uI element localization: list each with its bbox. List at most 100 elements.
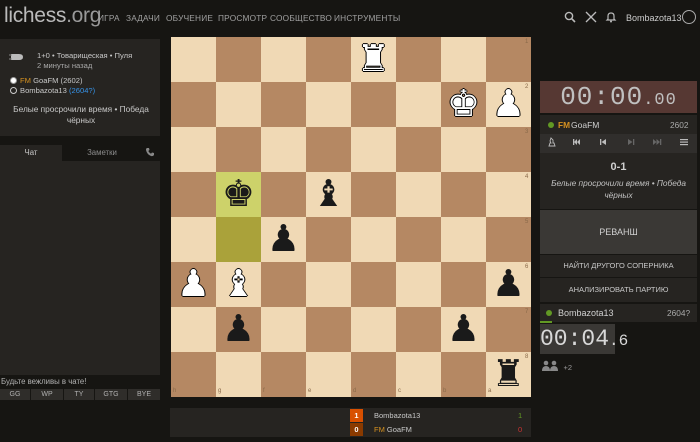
board-square[interactable] — [396, 82, 441, 127]
board-square[interactable] — [396, 307, 441, 352]
preset-bye-button[interactable]: BYE — [128, 389, 160, 400]
white-pawn-piece[interactable]: ♟ — [171, 261, 216, 306]
site-logo[interactable]: lichess.org — [4, 4, 101, 28]
white-rook-piece[interactable]: ♜ — [351, 36, 396, 81]
opponent-rating: 2602 — [670, 120, 689, 130]
swords-icon[interactable] — [585, 11, 597, 23]
board-square[interactable] — [441, 352, 486, 397]
board-square[interactable] — [396, 262, 441, 307]
crosstable-player[interactable]: Bombazota13 — [374, 411, 420, 420]
board-square[interactable] — [171, 352, 216, 397]
board-square[interactable] — [351, 172, 396, 217]
board-square[interactable] — [396, 352, 441, 397]
board-square[interactable] — [351, 352, 396, 397]
board-square[interactable] — [171, 37, 216, 82]
board-square[interactable] — [261, 307, 306, 352]
search-icon[interactable] — [564, 11, 576, 23]
user-icon[interactable] — [682, 10, 696, 24]
flip-icon[interactable] — [545, 137, 559, 151]
board-square[interactable] — [216, 352, 261, 397]
preset-gtg-button[interactable]: GTG — [95, 389, 127, 400]
black-king-piece[interactable]: ♚ — [216, 171, 261, 216]
preset-gg-button[interactable]: GG — [0, 389, 30, 400]
crosstable-player[interactable]: FM GoaFM — [374, 425, 412, 434]
menu-icon[interactable] — [677, 137, 691, 151]
nav-tools[interactable]: ИНСТРУМЕНТЫ — [334, 13, 400, 23]
preset-ty-button[interactable]: TY — [64, 389, 94, 400]
board-square[interactable] — [306, 127, 351, 172]
board-square[interactable] — [261, 127, 306, 172]
board-square[interactable] — [351, 127, 396, 172]
board-square[interactable] — [171, 217, 216, 262]
board-square[interactable] — [441, 172, 486, 217]
board-square[interactable] — [216, 37, 261, 82]
board-square[interactable] — [261, 262, 306, 307]
white-pawn-piece[interactable]: ♟ — [486, 81, 531, 126]
last-move-icon[interactable] — [650, 137, 664, 151]
board-square[interactable] — [171, 82, 216, 127]
new-opponent-button[interactable]: НАЙТИ ДРУГОГО СОПЕРНИКА — [540, 255, 697, 277]
board-square[interactable] — [306, 352, 351, 397]
white-bishop-piece[interactable]: ♝ — [216, 261, 261, 306]
board-square[interactable] — [216, 82, 261, 127]
board-square[interactable] — [261, 37, 306, 82]
first-move-icon[interactable] — [570, 137, 584, 151]
tab-chat[interactable]: Чат — [0, 145, 62, 161]
black-rook-piece[interactable]: ♜ — [486, 351, 531, 396]
prev-move-icon[interactable] — [596, 137, 610, 151]
board-square[interactable] — [171, 127, 216, 172]
board-square[interactable] — [351, 262, 396, 307]
board-square[interactable] — [261, 352, 306, 397]
preset-wp-button[interactable]: WP — [31, 389, 63, 400]
opponent-row[interactable]: FM GoaFM 2602 — [540, 115, 697, 134]
tab-notes[interactable]: Заметки — [62, 145, 142, 161]
white-player-line[interactable]: FM GoaFM (2602) — [10, 76, 83, 85]
board-square[interactable] — [351, 82, 396, 127]
board-square[interactable] — [261, 82, 306, 127]
next-move-icon[interactable] — [624, 137, 638, 151]
rematch-button[interactable]: РЕВАНШ — [540, 210, 697, 254]
board-square[interactable] — [261, 172, 306, 217]
black-bishop-piece[interactable]: ♝ — [306, 171, 351, 216]
board-square[interactable] — [441, 217, 486, 262]
board-square[interactable] — [351, 217, 396, 262]
analyse-button[interactable]: АНАЛИЗИРОВАТЬ ПАРТИЮ — [540, 278, 697, 302]
board-square[interactable] — [171, 172, 216, 217]
phone-icon[interactable] — [145, 147, 155, 160]
board-square[interactable] — [396, 217, 441, 262]
nav-learn[interactable]: ОБУЧЕНИЕ — [166, 13, 213, 23]
nav-play[interactable]: ИГРА — [98, 13, 120, 23]
board-square[interactable] — [306, 37, 351, 82]
board-square[interactable] — [441, 262, 486, 307]
board-square[interactable] — [306, 217, 351, 262]
board-square[interactable] — [396, 172, 441, 217]
board-square[interactable] — [351, 307, 396, 352]
board-square[interactable] — [216, 127, 261, 172]
username-link[interactable]: Bombazota13 — [626, 13, 682, 23]
black-pawn-piece[interactable]: ♟ — [486, 261, 531, 306]
nav-watch[interactable]: ПРОСМОТР — [218, 13, 267, 23]
board-square[interactable] — [306, 262, 351, 307]
board-square[interactable] — [216, 217, 261, 262]
board-square[interactable] — [306, 82, 351, 127]
white-king-piece[interactable]: ♚ — [441, 81, 486, 126]
board-square[interactable] — [396, 37, 441, 82]
nav-community[interactable]: СООБЩЕСТВО — [270, 13, 332, 23]
chessboard[interactable]: 1 2 3 4 5 6 7 8 h g f e d c b a ♜ ♚ ♟ ♚ ♝ ♟ ♟ ♝ ♟ ♟ ♟ ♜ — [171, 37, 531, 397]
board-square[interactable] — [306, 307, 351, 352]
nav-puzzles[interactable]: ЗАДАЧИ — [126, 13, 160, 23]
black-pawn-piece[interactable]: ♟ — [216, 306, 261, 351]
logo-tld: .org — [66, 4, 102, 27]
black-pawn-piece[interactable]: ♟ — [261, 216, 306, 261]
chat-input[interactable]: Будьте вежливы в чате! — [0, 377, 161, 388]
board-square[interactable] — [396, 127, 441, 172]
board-square[interactable] — [171, 307, 216, 352]
bell-icon[interactable] — [605, 11, 617, 23]
black-player-line[interactable]: Bombazota13 (2604?) — [10, 86, 95, 95]
board-square[interactable] — [441, 127, 486, 172]
logo-main: lichess — [4, 4, 67, 27]
my-player-row[interactable]: Bombazota13 2604? — [540, 304, 697, 322]
online-status-icon — [548, 122, 554, 128]
board-square[interactable] — [441, 37, 486, 82]
black-pawn-piece[interactable]: ♟ — [441, 306, 486, 351]
